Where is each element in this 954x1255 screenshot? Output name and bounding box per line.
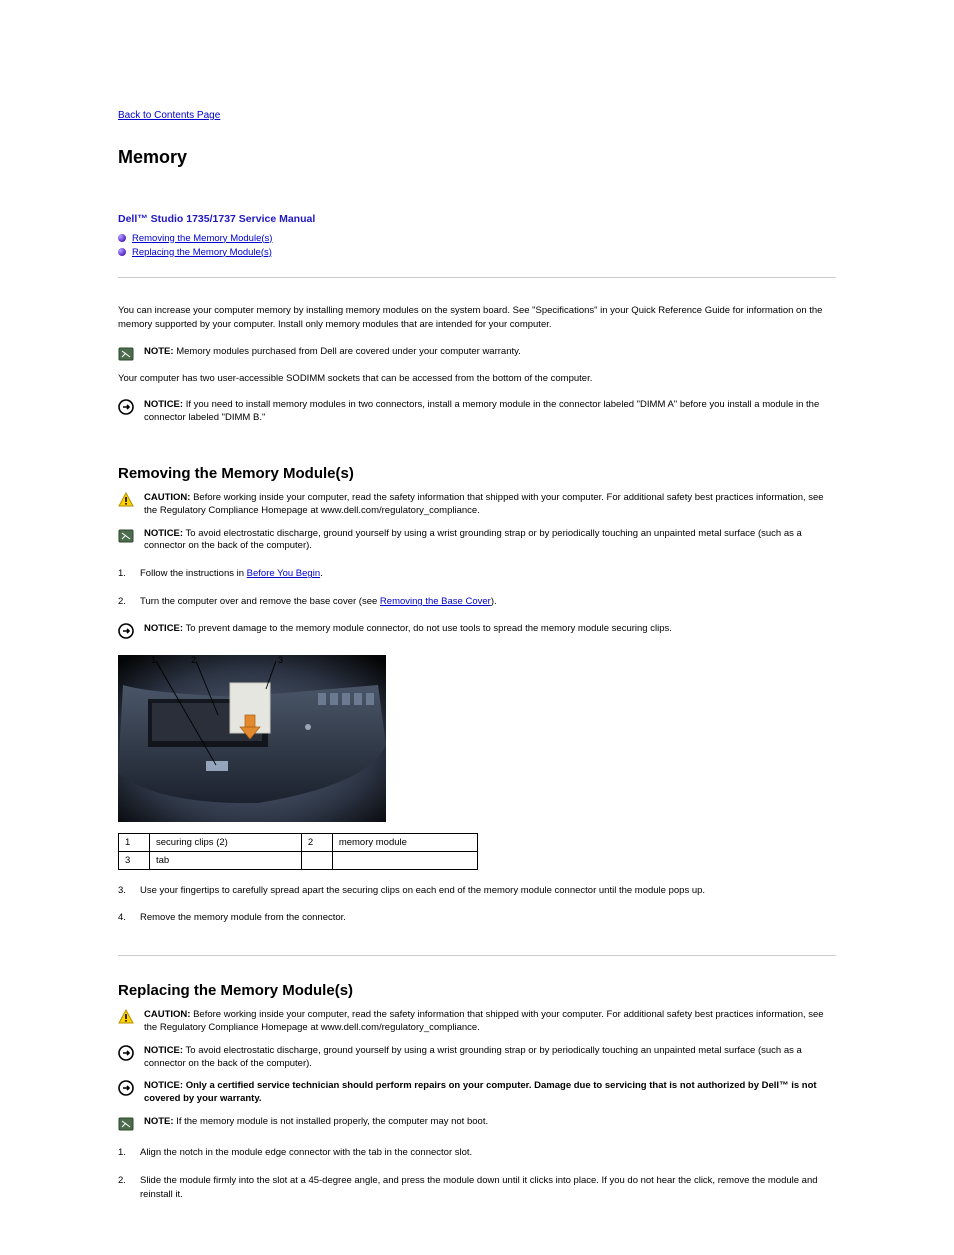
- notice-label: NOTICE:: [144, 528, 183, 539]
- section-toc: Removing the Memory Module(s) Replacing …: [118, 231, 836, 259]
- parts-table: 1 securing clips (2) 2 memory module 3 t…: [118, 833, 478, 870]
- cell: 1: [119, 833, 150, 851]
- step: Slide the module firmly into the slot at…: [118, 1174, 836, 1202]
- replace-heading: Replacing the Memory Module(s): [118, 982, 836, 999]
- notice-icon: [118, 1045, 134, 1061]
- table-row: 3 tab: [119, 851, 478, 869]
- bullet-icon: [118, 234, 126, 242]
- note-icon: [118, 346, 134, 362]
- caution-icon: [118, 492, 134, 508]
- notice-tools-callout: NOTICE: To prevent damage to the memory …: [118, 623, 836, 639]
- note-icon: [118, 528, 134, 544]
- bullet-icon: [118, 248, 126, 256]
- memory-module-photo: 1 2 3: [118, 655, 386, 822]
- intro-paragraph: You can increase your computer memory by…: [118, 304, 836, 332]
- notice-icon: [118, 399, 134, 415]
- step: Remove the memory module from the connec…: [118, 911, 836, 925]
- notice-cert-text: Only a certified service technician shou…: [144, 1080, 817, 1104]
- toc-item: Removing the Memory Module(s): [118, 231, 836, 245]
- notice-esd-callout-2: NOTICE: To avoid electrostatic discharge…: [118, 1045, 836, 1071]
- remove-base-cover-link[interactable]: Removing the Base Cover: [380, 596, 491, 607]
- note-align-text: If the memory module is not installed pr…: [176, 1116, 488, 1127]
- step: Follow the instructions in Before You Be…: [118, 567, 836, 581]
- remove-heading: Removing the Memory Module(s): [118, 465, 836, 482]
- notice-esd-text: To avoid electrostatic discharge, ground…: [144, 528, 802, 552]
- step: Turn the computer over and remove the ba…: [118, 595, 836, 609]
- cell: [301, 851, 332, 869]
- caution-text: Before working inside your computer, rea…: [144, 492, 824, 516]
- notice-cert-callout: NOTICE: Only a certified service technic…: [118, 1080, 836, 1106]
- note-label: NOTE:: [144, 1116, 174, 1127]
- cell: memory module: [332, 833, 477, 851]
- back-to-contents-link[interactable]: Back to Contents Page: [118, 110, 220, 121]
- remove-steps-cont: Use your fingertips to carefully spread …: [118, 884, 836, 926]
- notice-esd-text: To avoid electrostatic discharge, ground…: [144, 1045, 802, 1069]
- notice-label: NOTICE:: [144, 1080, 183, 1091]
- before-you-begin-link[interactable]: Before You Begin: [247, 568, 320, 579]
- toc-item: Replacing the Memory Module(s): [118, 245, 836, 259]
- notice-callout: NOTICE: If you need to install memory mo…: [118, 399, 836, 425]
- remove-steps: Follow the instructions in Before You Be…: [118, 567, 836, 609]
- divider: [118, 277, 836, 278]
- cell: 3: [119, 851, 150, 869]
- notice-icon: [118, 1080, 134, 1096]
- note-text: Memory modules purchased from Dell are c…: [176, 346, 521, 357]
- notice-label: NOTICE:: [144, 623, 183, 634]
- divider: [118, 955, 836, 956]
- cell: [332, 851, 477, 869]
- notice-tools-text: To prevent damage to the memory module c…: [186, 623, 672, 634]
- notice-icon: [118, 623, 134, 639]
- caution-label: CAUTION:: [144, 1009, 190, 1020]
- step: Use your fingertips to carefully spread …: [118, 884, 836, 898]
- caution-callout: CAUTION: Before working inside your comp…: [118, 1009, 836, 1035]
- note-icon: [118, 1116, 134, 1132]
- notice-text: If you need to install memory modules in…: [144, 399, 819, 423]
- note-callout: NOTE: Memory modules purchased from Dell…: [118, 346, 836, 362]
- svg-text:1: 1: [151, 655, 156, 665]
- table-row: 1 securing clips (2) 2 memory module: [119, 833, 478, 851]
- caution-text: Before working inside your computer, rea…: [144, 1009, 824, 1033]
- cell: tab: [150, 851, 302, 869]
- manual-title: Dell™ Studio 1735/1737 Service Manual: [118, 213, 836, 225]
- notice-label: NOTICE:: [144, 1045, 183, 1056]
- replace-steps: Align the notch in the module edge conne…: [118, 1146, 836, 1201]
- svg-text:3: 3: [278, 655, 283, 665]
- toc-link-replace[interactable]: Replacing the Memory Module(s): [132, 247, 272, 258]
- slots-paragraph: Your computer has two user-accessible SO…: [118, 372, 836, 386]
- caution-label: CAUTION:: [144, 492, 190, 503]
- notice-label: NOTICE:: [144, 399, 183, 410]
- cell: securing clips (2): [150, 833, 302, 851]
- notice-esd-callout: NOTICE: To avoid electrostatic discharge…: [118, 528, 836, 554]
- toc-link-remove[interactable]: Removing the Memory Module(s): [132, 233, 272, 244]
- note-label: NOTE:: [144, 346, 174, 357]
- svg-text:2: 2: [191, 655, 196, 665]
- step: Align the notch in the module edge conne…: [118, 1146, 836, 1160]
- caution-callout: CAUTION: Before working inside your comp…: [118, 492, 836, 518]
- page-title: Memory: [118, 147, 836, 168]
- caution-icon: [118, 1009, 134, 1025]
- note-align-callout: NOTE: If the memory module is not instal…: [118, 1116, 836, 1132]
- cell: 2: [301, 833, 332, 851]
